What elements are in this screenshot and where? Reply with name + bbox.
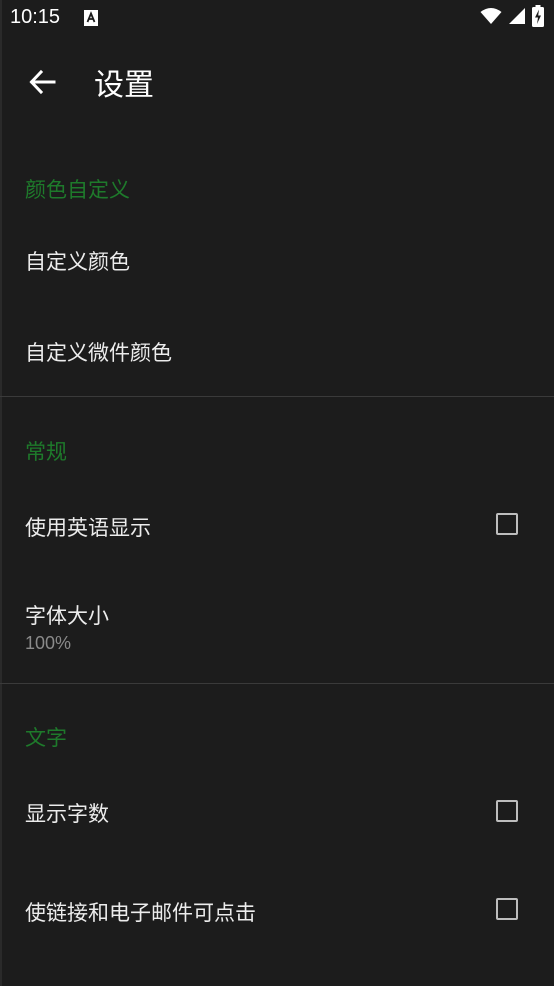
pref-title: 使链接和电子邮件可点击 — [25, 901, 256, 925]
page-title: 设置 — [94, 68, 154, 103]
use-english-checkbox[interactable] — [496, 513, 518, 535]
pref-show-word-count[interactable]: 显示字数 — [0, 766, 554, 858]
arrow-back-icon — [28, 68, 56, 100]
pref-title: 自定义微件颜色 — [25, 341, 172, 365]
show-word-count-checkbox[interactable] — [496, 800, 518, 822]
status-icons — [480, 5, 544, 31]
battery-charging-icon — [532, 5, 544, 31]
back-button[interactable] — [18, 60, 66, 108]
section-divider — [0, 396, 554, 397]
wifi-icon — [480, 7, 502, 29]
pref-use-english[interactable]: 使用英语显示 — [0, 480, 554, 570]
pref-title: 自定义颜色 — [25, 250, 130, 274]
section-divider — [0, 683, 554, 684]
pref-font-size[interactable]: 字体大小 100% — [0, 572, 554, 682]
pref-title: 使用英语显示 — [25, 516, 151, 540]
section-header-text: 文字 — [25, 726, 67, 750]
pref-title: 字体大小 — [25, 604, 109, 628]
cellular-signal-icon — [508, 7, 526, 29]
pref-custom-color[interactable]: 自定义颜色 — [0, 215, 554, 305]
a-notification-icon — [84, 10, 98, 26]
clickable-links-checkbox[interactable] — [496, 898, 518, 920]
pref-title: 显示字数 — [25, 802, 109, 826]
pref-clickable-links[interactable]: 使链接和电子邮件可点击 — [0, 862, 554, 960]
pref-custom-widget-color[interactable]: 自定义微件颜色 — [0, 305, 554, 396]
pref-summary: 100% — [25, 633, 72, 653]
status-bar: 10:15 — [0, 0, 554, 38]
section-header-color-custom: 颜色自定义 — [25, 178, 130, 202]
app-bar: 设置 — [0, 38, 554, 138]
section-header-general: 常规 — [25, 440, 67, 464]
status-time: 10:15 — [10, 6, 61, 28]
